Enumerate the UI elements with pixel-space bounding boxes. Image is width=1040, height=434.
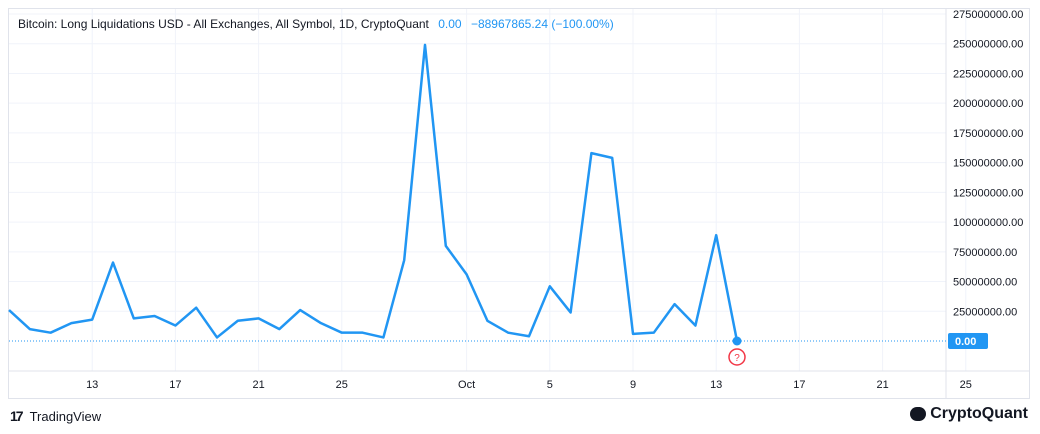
chart-svg: 25000000.00 50000000.00 75000000.00 1000000… — [8, 9, 1030, 399]
y-tick-label: 100000000.00 — [953, 217, 1023, 229]
y-tick-label: 225000000.00 — [953, 68, 1023, 80]
x-tick-label: 13 — [710, 379, 722, 391]
legend-last-value: 0.00 — [438, 17, 462, 31]
chart-legend: Bitcoin: Long Liquidations USD - All Exc… — [18, 17, 614, 31]
x-tick-label: 25 — [960, 379, 972, 391]
last-point-marker — [732, 336, 742, 346]
x-tick-label: 5 — [547, 379, 553, 391]
y-tick-label: 200000000.00 — [953, 98, 1023, 110]
y-tick-label: 125000000.00 — [953, 187, 1023, 199]
x-tick-label: Oct — [458, 379, 475, 391]
x-tick-label: 9 — [630, 379, 636, 391]
x-tick-label: 17 — [169, 379, 181, 391]
x-tick-label: 21 — [876, 379, 888, 391]
y-tick-label: 150000000.00 — [953, 158, 1023, 170]
legend-change: −88967865.24 (−100.00%) — [470, 17, 614, 31]
legend-title: Bitcoin: Long Liquidations USD - All Exc… — [18, 17, 429, 31]
tradingview-logo-icon: 17 — [10, 408, 24, 424]
x-tick-label: 21 — [252, 379, 264, 391]
cryptoquant-logo-icon — [910, 406, 927, 422]
y-tick-label: 250000000.00 — [953, 39, 1023, 51]
series-line — [8, 43, 739, 342]
y-tick-label: 75000000.00 — [953, 247, 1017, 259]
y-tick-label: 175000000.00 — [953, 128, 1023, 140]
last-value-label: 0.00 — [955, 336, 976, 348]
tradingview-label: TradingView — [29, 408, 102, 424]
y-tick-label: 275000000.00 — [953, 9, 1023, 21]
question-icon: ? — [734, 353, 740, 364]
tradingview-brand[interactable]: 17 TradingView — [10, 408, 101, 424]
x-tick-label: 25 — [336, 379, 348, 391]
cryptoquant-label: CryptoQuant — [930, 405, 1028, 422]
cryptoquant-brand[interactable]: CryptoQuant — [910, 405, 1028, 423]
x-tick-label: 13 — [86, 379, 98, 391]
x-tick-label: 17 — [793, 379, 805, 391]
y-tick-label: 50000000.00 — [953, 277, 1017, 289]
y-tick-label: 25000000.00 — [953, 306, 1017, 318]
